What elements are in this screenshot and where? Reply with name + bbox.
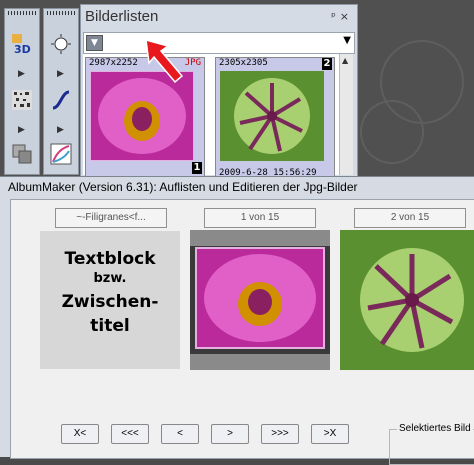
back-button[interactable]: < (161, 424, 199, 444)
textblock-line: titel (90, 316, 130, 336)
selected-image-group (389, 429, 474, 465)
pin-icon[interactable]: ᵖ (331, 10, 340, 23)
panel-buttons: ᵖ× (331, 10, 353, 23)
thumbnail-item[interactable]: 2305x2305 J 2 2009-6-28 15:56:29 (215, 57, 335, 178)
selected-image-label: Selektiertes Bild (397, 423, 473, 434)
window-title: AlbumMaker (Version 6.31): Auflisten und… (8, 180, 358, 194)
layers-icon[interactable] (11, 143, 33, 165)
panel-toolbar: ▼ ▼ (83, 32, 355, 54)
bilderlisten-panel: Bilderlisten ᵖ× ▼ ▼ 2987x2252 JPG 1 2305… (80, 4, 358, 178)
textblock-line: Textblock (64, 249, 156, 269)
album-content: ~-Filigranes<f... 1 von 15 2 von 15 Text… (10, 199, 474, 465)
textblock-tile[interactable]: Textblock bzw. Zwischen- titel (40, 231, 180, 369)
expand-arrow-icon[interactable]: ▶ (57, 125, 64, 135)
fast-back-button[interactable]: <<< (111, 424, 149, 444)
thumb-number: 2 (322, 58, 332, 70)
fast-forward-button[interactable]: >>> (261, 424, 299, 444)
image-tile-1[interactable] (190, 230, 330, 370)
scroll-up-icon[interactable]: ▲ (342, 56, 348, 65)
watermark-circle (360, 100, 424, 164)
forward-button[interactable]: > (211, 424, 249, 444)
close-icon[interactable]: × (340, 10, 353, 23)
expand-arrow-icon[interactable]: ▶ (18, 69, 25, 79)
thumb-size: 2305x2305 (219, 58, 268, 68)
red-arrow-annotation (142, 38, 186, 88)
thumbnail-list: 2987x2252 JPG 1 2305x2305 J (83, 54, 353, 178)
noise-pattern-icon[interactable] (11, 89, 33, 111)
caption-textblock: ~-Filigranes<f... (55, 208, 167, 228)
chevron-down-icon[interactable]: ▼ (343, 35, 351, 46)
caption-image-2: 2 von 15 (354, 208, 466, 228)
tool-strip-2: ▶ ▶ (43, 8, 79, 175)
image-tile-2[interactable] (340, 230, 474, 370)
vertical-scrollbar[interactable]: ▲ (339, 54, 353, 175)
first-button[interactable]: X< (61, 424, 99, 444)
sun-icon[interactable] (50, 33, 72, 55)
expand-arrow-icon[interactable]: ▶ (18, 125, 25, 135)
svg-text:3D: 3D (14, 43, 31, 55)
last-button[interactable]: >X (311, 424, 349, 444)
caption-image-1: 1 von 15 (204, 208, 316, 228)
thumb-number: 1 (192, 162, 202, 174)
albummaker-window: AlbumMaker (Version 6.31): Auflisten und… (0, 176, 474, 465)
tool-strip-1: 3D ▶ ▶ (4, 8, 40, 175)
dropdown-icon[interactable]: ▼ (86, 35, 103, 51)
curve-s-icon[interactable] (50, 89, 72, 111)
gradient-curve-icon[interactable] (50, 143, 72, 165)
3d-icon[interactable]: 3D (11, 33, 33, 56)
expand-arrow-icon[interactable]: ▶ (57, 69, 64, 79)
panel-title: Bilderlisten (85, 8, 159, 25)
thumb-ext: JPG (184, 58, 201, 68)
poppy-image (220, 71, 324, 161)
grip-handle[interactable] (47, 11, 75, 15)
grip-handle[interactable] (8, 11, 36, 15)
textblock-line: Zwischen- (61, 292, 159, 312)
textblock-line: bzw. (93, 271, 127, 286)
